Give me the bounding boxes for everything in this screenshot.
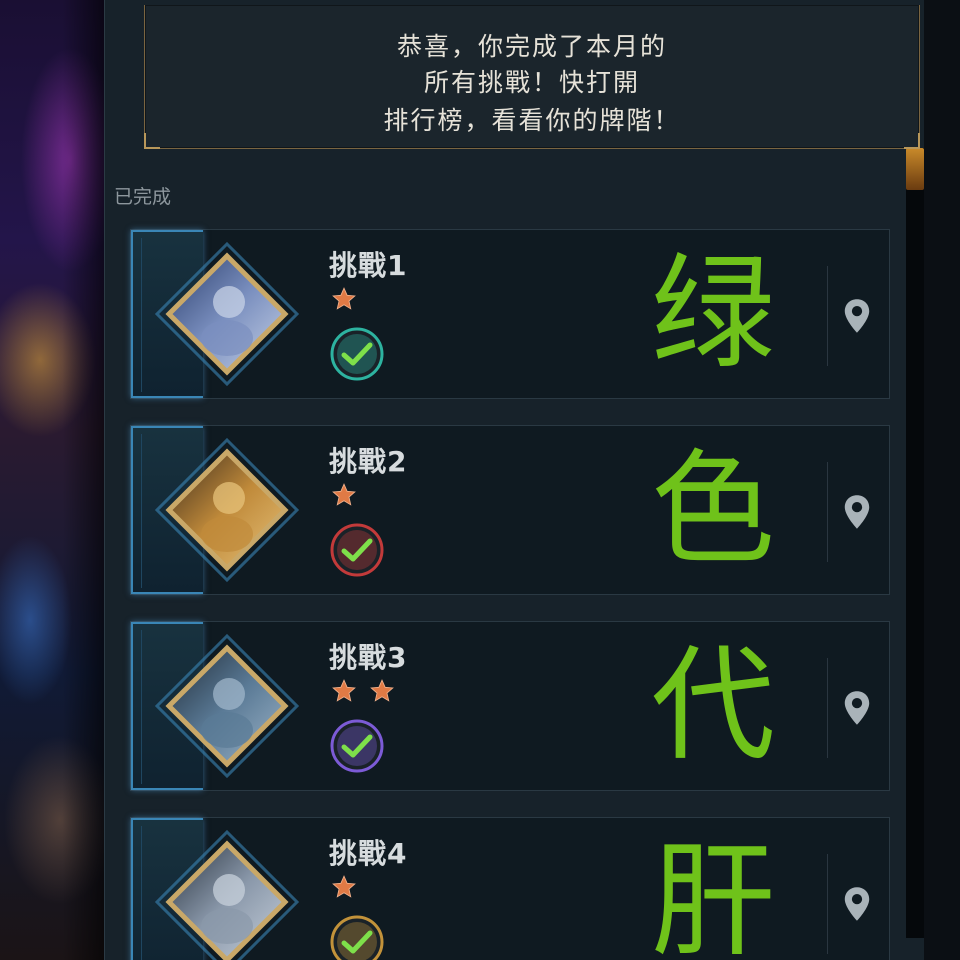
background-artwork: [0, 0, 104, 960]
star-icon: [332, 287, 356, 310]
location-pin-icon[interactable]: [841, 494, 873, 530]
location-pin-icon[interactable]: [841, 298, 873, 334]
overlay-character: 绿: [651, 242, 776, 386]
right-rail: [924, 0, 960, 960]
overlay-character: 代: [651, 634, 776, 778]
star-icon: [332, 483, 356, 506]
section-label-completed: 已完成: [114, 186, 172, 208]
difficulty-stars: [331, 678, 395, 704]
card-divider: [827, 266, 828, 366]
overlay-character: 肝: [651, 830, 776, 960]
completed-badge: [330, 523, 384, 577]
scrollbar-thumb[interactable]: [906, 148, 924, 190]
difficulty-stars: [331, 874, 357, 900]
star-icon: [332, 875, 356, 898]
champion-portrait: [154, 633, 300, 779]
challenge-title: 挑戰4: [329, 837, 408, 870]
champion-portrait: [154, 437, 300, 583]
challenge-title: 挑戰2: [329, 445, 408, 478]
challenge-card[interactable]: 挑戰1 绿: [130, 229, 890, 399]
challenge-card[interactable]: 挑戰4 肝: [130, 817, 890, 960]
champion-portrait: [154, 241, 300, 387]
completed-badge: [330, 915, 384, 960]
completion-notice: 恭喜，你完成了本月的 所有挑戰！快打開 排行榜，看看你的牌階！: [144, 5, 920, 149]
location-pin-icon[interactable]: [841, 690, 873, 726]
card-divider: [827, 462, 828, 562]
notice-line-1: 恭喜，你完成了本月的: [396, 32, 667, 61]
notice-line-2: 所有挑戰！快打開: [423, 68, 640, 97]
difficulty-stars: [331, 286, 357, 312]
completed-badge: [330, 327, 384, 381]
difficulty-stars: [331, 482, 357, 508]
card-divider: [827, 658, 828, 758]
location-pin-icon[interactable]: [841, 886, 873, 922]
champion-portrait: [154, 829, 300, 960]
star-icon: [370, 679, 394, 702]
challenge-card[interactable]: 挑戰3 代: [130, 621, 890, 791]
star-icon: [332, 679, 356, 702]
challenge-title: 挑戰1: [329, 249, 408, 282]
card-divider: [827, 854, 828, 954]
challenge-card[interactable]: 挑戰2 色: [130, 425, 890, 595]
notice-line-3: 排行榜，看看你的牌階！: [383, 106, 681, 135]
challenge-title: 挑戰3: [329, 641, 408, 674]
completed-badge: [330, 719, 384, 773]
scrollbar-track[interactable]: [906, 148, 924, 938]
overlay-character: 色: [651, 438, 776, 582]
